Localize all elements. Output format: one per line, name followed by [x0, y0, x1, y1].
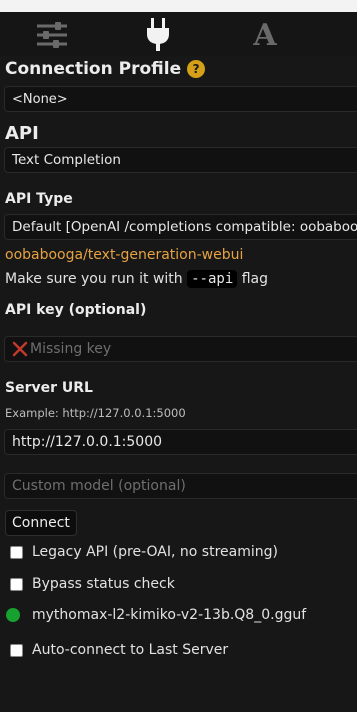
settings-tabs: A [0, 12, 357, 56]
connection-profile-label: Connection Profile [5, 59, 182, 79]
server-url-example: Example: http://127.0.0.1:5000 [5, 406, 186, 420]
sliders-icon[interactable] [32, 18, 72, 52]
api-key-placeholder: Missing key [30, 341, 112, 357]
api-type-select[interactable]: Default [OpenAI /completions compatible:… [4, 214, 357, 240]
status-dot [6, 608, 20, 622]
bypass-status-label: Bypass status check [32, 576, 175, 592]
connection-profile-select[interactable]: <None> [4, 86, 357, 112]
auto-connect-checkbox[interactable] [10, 644, 23, 657]
note-text-end: flag [241, 271, 269, 287]
custom-model-input[interactable]: Custom model (optional) [4, 473, 357, 499]
api-type-link[interactable]: oobabooga/text-generation-webui [5, 247, 243, 263]
top-strip [0, 0, 357, 12]
api-type-heading: API Type [5, 191, 73, 207]
api-select[interactable]: Text Completion [4, 147, 357, 173]
x-icon [12, 341, 28, 357]
connected-model-name: mythomax-l2-kimiko-v2-13b.Q8_0.gguf [32, 607, 307, 623]
legacy-api-checkbox[interactable] [10, 546, 23, 559]
bypass-status-checkbox[interactable] [10, 578, 23, 591]
font-a-icon[interactable]: A [245, 18, 285, 53]
api-type-note: Make sure you run it with --api flag [5, 270, 269, 288]
auto-connect-label: Auto-connect to Last Server [32, 642, 229, 658]
api-key-field[interactable]: Missing key [4, 336, 357, 362]
server-url-heading: Server URL [5, 380, 93, 396]
note-text: Make sure you run it with [5, 271, 183, 287]
api-flag-code: --api [187, 270, 238, 288]
server-url-input[interactable]: http://127.0.0.1:5000 [4, 429, 357, 455]
help-icon[interactable]: ? [187, 60, 206, 78]
api-key-heading: API key (optional) [5, 302, 147, 318]
legacy-api-label: Legacy API (pre-OAI, no streaming) [32, 544, 278, 560]
plug-icon[interactable] [138, 18, 178, 52]
connection-profile-heading: Connection Profile? [5, 59, 206, 79]
connect-button[interactable]: Connect [5, 510, 77, 536]
api-heading: API [5, 123, 39, 144]
